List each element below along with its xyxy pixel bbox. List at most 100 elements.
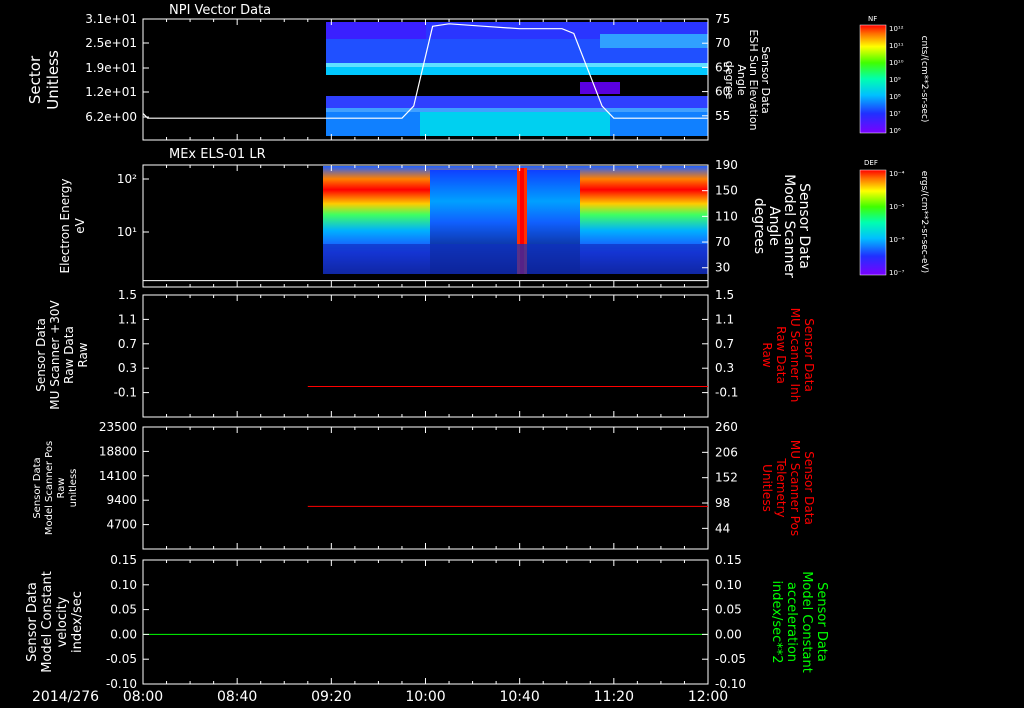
p4-yr-label-0: 260 — [715, 420, 738, 434]
npi-yl-label-1: 2.5e+01 — [85, 36, 137, 50]
p5-yr-label-1: 0.10 — [715, 578, 742, 592]
p4-yl-label-0: 23500 — [99, 420, 137, 434]
scanner-pos-right-label-2: MU Scanner Pos — [788, 440, 802, 536]
cb1-ticks-6: 10⁶ — [889, 127, 901, 135]
mu-raw-left-label-4: Raw — [76, 342, 90, 367]
npi-left-ticks: 3.1e+01 2.5e+01 1.9e+01 1.2e+01 6.2e+00 — [85, 12, 149, 124]
p5-yl-label-3: 0.00 — [110, 627, 137, 641]
velocity-left-label-3: velocity — [55, 596, 70, 647]
scanner-pos-right-label-4: Unitless — [760, 464, 774, 512]
p5-yr-label-2: 0.05 — [715, 603, 742, 617]
npi-row-3a — [326, 63, 708, 67]
cb1-ticks-1: 10¹¹ — [889, 42, 904, 50]
scanner-pos-right-label-1: Sensor Data — [802, 451, 816, 525]
els-spectrogram — [323, 166, 708, 274]
els-noise — [323, 244, 708, 274]
colorbar-nf: NF 10¹² 10¹¹ 10¹⁰ 10⁹ 10⁸ 10⁷ 10⁶ cnts/(cm**2-… — [859, 15, 929, 135]
scanner-pos-left-ticks: 23500 18800 14100 9400 4700 — [99, 420, 149, 532]
p5-yr-label-3: 0.00 — [715, 627, 742, 641]
p4-yl-label-3: 9400 — [106, 493, 137, 507]
colorbar-def: DEF 10⁻⁴ 10⁻⁵ 10⁻⁶ 10⁻⁷ ergs/(cm**2-sr-sec-… — [859, 159, 929, 277]
p5-yr-label-4: -0.05 — [715, 652, 746, 666]
p3-yl-label-0: 1.5 — [118, 288, 137, 302]
p4-yl-label-4: 4700 — [106, 518, 137, 532]
scanner-pos-left-label-3: Raw — [56, 477, 67, 498]
mu-raw-left-label-2: MU Scanner +30V — [48, 300, 62, 410]
colorbar-nf-label: NF — [868, 15, 877, 23]
colorbar-nf-bar — [859, 24, 887, 134]
cb2-ticks-2: 10⁻⁶ — [889, 236, 905, 244]
time-label-1: 08:40 — [217, 689, 257, 705]
colorbar-def-ticks: 10⁻⁴ 10⁻⁵ 10⁻⁶ 10⁻⁷ — [889, 170, 905, 277]
panel-els: MEx ELS-01 LR 10² 10¹ 190 150 110 70 30 Elect… — [58, 147, 812, 288]
colorbar-def-bar — [859, 169, 887, 276]
mu-raw-right-label-4: Raw — [760, 342, 774, 367]
npi-yl-label-4: 6.2e+00 — [85, 110, 137, 124]
npi-yr-label-1: 70 — [715, 36, 730, 50]
panel-els-title: MEx ELS-01 LR — [169, 147, 266, 162]
velocity-left-label-4: index/sec — [70, 591, 85, 653]
cb1-ticks-2: 10¹⁰ — [889, 59, 904, 67]
p3-yr-label-3: 0.3 — [715, 361, 734, 375]
npi-row-4a — [580, 82, 620, 94]
date-label: 2014/276 — [32, 689, 99, 705]
mu-raw-left-ticks: 1.5 1.1 0.7 0.3 -0.1 — [114, 288, 149, 400]
cb1-ticks-0: 10¹² — [889, 25, 904, 33]
cb2-ticks-0: 10⁻⁴ — [889, 170, 905, 178]
mu-raw-right-label-2: MU Scanner Inh — [788, 308, 802, 403]
els-left-label-2: eV — [73, 217, 87, 233]
npi-yl-label-0: 3.1e+01 — [85, 12, 137, 26]
time-tick-labels: 08:00 08:40 09:20 10:00 10:40 11:20 12:00 — [123, 689, 728, 705]
mu-raw-time-ticks — [142, 295, 709, 417]
p4-yr-label-3: 98 — [715, 496, 730, 510]
els-yl-label-1: 10¹ — [117, 225, 137, 239]
panel-npi: NPI Vector Data 3.1e+01 2.5e+01 1.9e+01 1.2… — [26, 3, 772, 141]
scanner-pos-left-label-2: Model Scanner Pos — [44, 441, 55, 535]
tplot-figure: NPI Vector Data 3.1e+01 2.5e+01 1.9e+01 1.2… — [25, 3, 929, 705]
acceleration-right-label-1: Sensor Data — [814, 582, 829, 662]
scanner-pos-left-label-4: unitless — [68, 469, 79, 508]
panel-npi-title: NPI Vector Data — [169, 3, 271, 18]
p3-yr-label-1: 1.1 — [715, 312, 734, 326]
els-yr-label-0: 190 — [715, 158, 738, 172]
els-yr-label-3: 70 — [715, 235, 730, 249]
npi-row-6b — [326, 108, 708, 112]
mu-raw-right-label-1: Sensor Data — [802, 318, 816, 392]
velocity-left-label-2: Model Constant — [40, 571, 55, 673]
time-label-3: 10:00 — [405, 689, 445, 705]
colorbar-def-label: DEF — [864, 159, 878, 167]
npi-row-6a — [420, 112, 610, 136]
time-label-4: 10:40 — [499, 689, 539, 705]
els-right-label-1: Sensor Data — [796, 183, 812, 269]
time-label-6: 12:00 — [688, 689, 728, 705]
time-label-5: 11:20 — [594, 689, 634, 705]
time-label-2: 09:20 — [311, 689, 351, 705]
cb2-ticks-3: 10⁻⁷ — [889, 269, 905, 277]
npi-row-1a — [326, 22, 426, 39]
p4-yr-label-1: 206 — [715, 445, 738, 459]
time-axis-labels: 2014/276 08:00 08:40 09:20 10:00 10:40 11:20 1… — [32, 689, 728, 705]
p5-yl-label-1: 0.10 — [110, 578, 137, 592]
acceleration-right-label-2: Model Constant — [799, 571, 814, 673]
p3-yl-label-3: 0.3 — [118, 361, 137, 375]
panel-mu-raw-frame — [142, 294, 709, 418]
mu-raw-left-label-1: Sensor Data — [34, 318, 48, 392]
acceleration-right-ticks: 0.150.100.050.00-0.05-0.10 — [702, 553, 746, 691]
p5-yl-label-4: -0.05 — [106, 652, 137, 666]
colorbar-nf-unit: cnts/(cm**2-sr-sec) — [919, 36, 929, 123]
els-yr-label-1: 150 — [715, 184, 738, 198]
p3-yl-label-4: -0.1 — [114, 386, 137, 400]
colorbar-def-unit: ergs/(cm**2-sr-sec-eV) — [919, 171, 929, 273]
cb1-ticks-3: 10⁹ — [889, 76, 901, 84]
scanner-pos-time-ticks — [142, 427, 709, 549]
p4-yr-label-4: 44 — [715, 521, 730, 535]
mu-raw-left-label-3: Raw Data — [62, 326, 76, 384]
mu-raw-right-label-3: Raw Data — [774, 326, 788, 384]
panel-scanner-pos-frame — [142, 426, 709, 550]
scanner-pos-left-label-1: Sensor Data — [32, 457, 43, 518]
els-yl-label-0: 10² — [117, 172, 137, 186]
cb1-ticks-5: 10⁷ — [889, 110, 901, 118]
npi-row-5 — [326, 96, 708, 108]
p3-yr-label-4: -0.1 — [715, 386, 738, 400]
p5-yl-label-2: 0.05 — [110, 603, 137, 617]
